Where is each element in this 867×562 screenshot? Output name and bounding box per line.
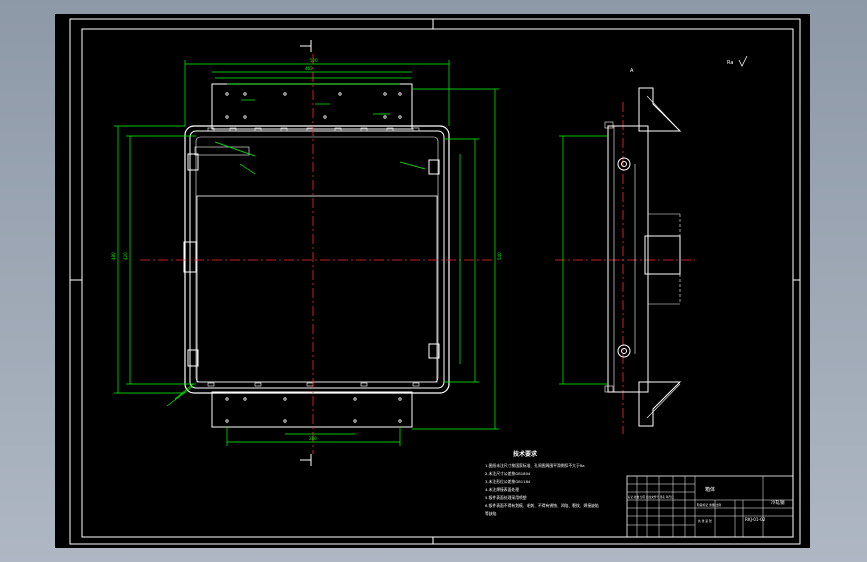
cad-viewport[interactable]: 520 462 480 420 540 280 A Ra 技术要求 1.图纸未注… bbox=[55, 14, 810, 548]
tech-req-line-5: 5.钣件表面处理采用喷塑 bbox=[485, 495, 527, 500]
svg-text:520: 520 bbox=[310, 58, 318, 63]
side-view bbox=[559, 87, 682, 427]
bottom-flange bbox=[211, 391, 413, 428]
tech-req-line-3: 3.未注形位公差按GB1184 bbox=[485, 479, 531, 484]
stage-header: 阶段标记 重量 比例 bbox=[697, 503, 721, 507]
top-flange bbox=[211, 83, 413, 130]
side-rivet-bottom bbox=[617, 344, 631, 358]
svg-text:280: 280 bbox=[309, 436, 317, 441]
centerlines bbox=[140, 54, 695, 454]
hinge-bottom-right bbox=[428, 343, 440, 359]
main-frame-outer bbox=[184, 125, 450, 394]
title-block: 箱体 冷轧钢 RKJ-01-02 标记 处数 分区 更改文件号 签名 年月日 阶… bbox=[626, 475, 794, 538]
tech-req-line-1: 1.图纸未注尺寸按国家标准、孔周围周围平滑倒扣不大于Ra bbox=[485, 463, 585, 468]
surface-note: Ra bbox=[727, 60, 733, 66]
main-frame-inner-2 bbox=[195, 136, 439, 383]
tech-req-line-4: 4.未注焊接表面处理 bbox=[485, 487, 519, 492]
inner-border bbox=[81, 28, 794, 538]
sheet-count: 共 张 第 张 bbox=[698, 519, 712, 523]
revision-header: 标记 处数 分区 更改文件号 签名 年月日 bbox=[628, 495, 674, 499]
panel-opening bbox=[196, 195, 438, 383]
svg-text:462: 462 bbox=[305, 66, 313, 71]
tech-req-line-7: 等缺陷 bbox=[485, 511, 497, 516]
view-label: A bbox=[630, 68, 634, 74]
side-hinge-block bbox=[644, 235, 681, 275]
side-bracket-bottom bbox=[638, 381, 682, 427]
tech-requirements: 技术要求 1.图纸未注尺寸按国家标准、孔周围周围平滑倒扣不大于Ra 2.未注尺寸… bbox=[485, 450, 599, 516]
tech-req-line-6: 6.钣件表面不得有划痕、毛刺、不得有锈蚀、凹陷、裂纹、焊接缺陷 bbox=[485, 503, 599, 508]
svg-text:540: 540 bbox=[497, 252, 502, 260]
drawing-number: RKJ-01-02 bbox=[745, 517, 766, 522]
main-frame-inner bbox=[189, 130, 445, 389]
material: 冷轧钢 bbox=[771, 499, 785, 506]
side-rivet-top bbox=[617, 157, 631, 171]
svg-text:420: 420 bbox=[123, 252, 128, 260]
part-name: 箱体 bbox=[705, 486, 715, 493]
tech-req-line-2: 2.未注尺寸公差按GB1804 bbox=[485, 471, 531, 476]
tech-req-title: 技术要求 bbox=[513, 450, 538, 458]
roughness-symbol bbox=[738, 55, 748, 67]
drawing-canvas: 520 462 480 420 540 280 A Ra 技术要求 1.图纸未注… bbox=[69, 18, 801, 545]
hinge-top-right bbox=[428, 159, 440, 175]
svg-text:480: 480 bbox=[111, 252, 116, 260]
outer-border bbox=[69, 18, 801, 545]
